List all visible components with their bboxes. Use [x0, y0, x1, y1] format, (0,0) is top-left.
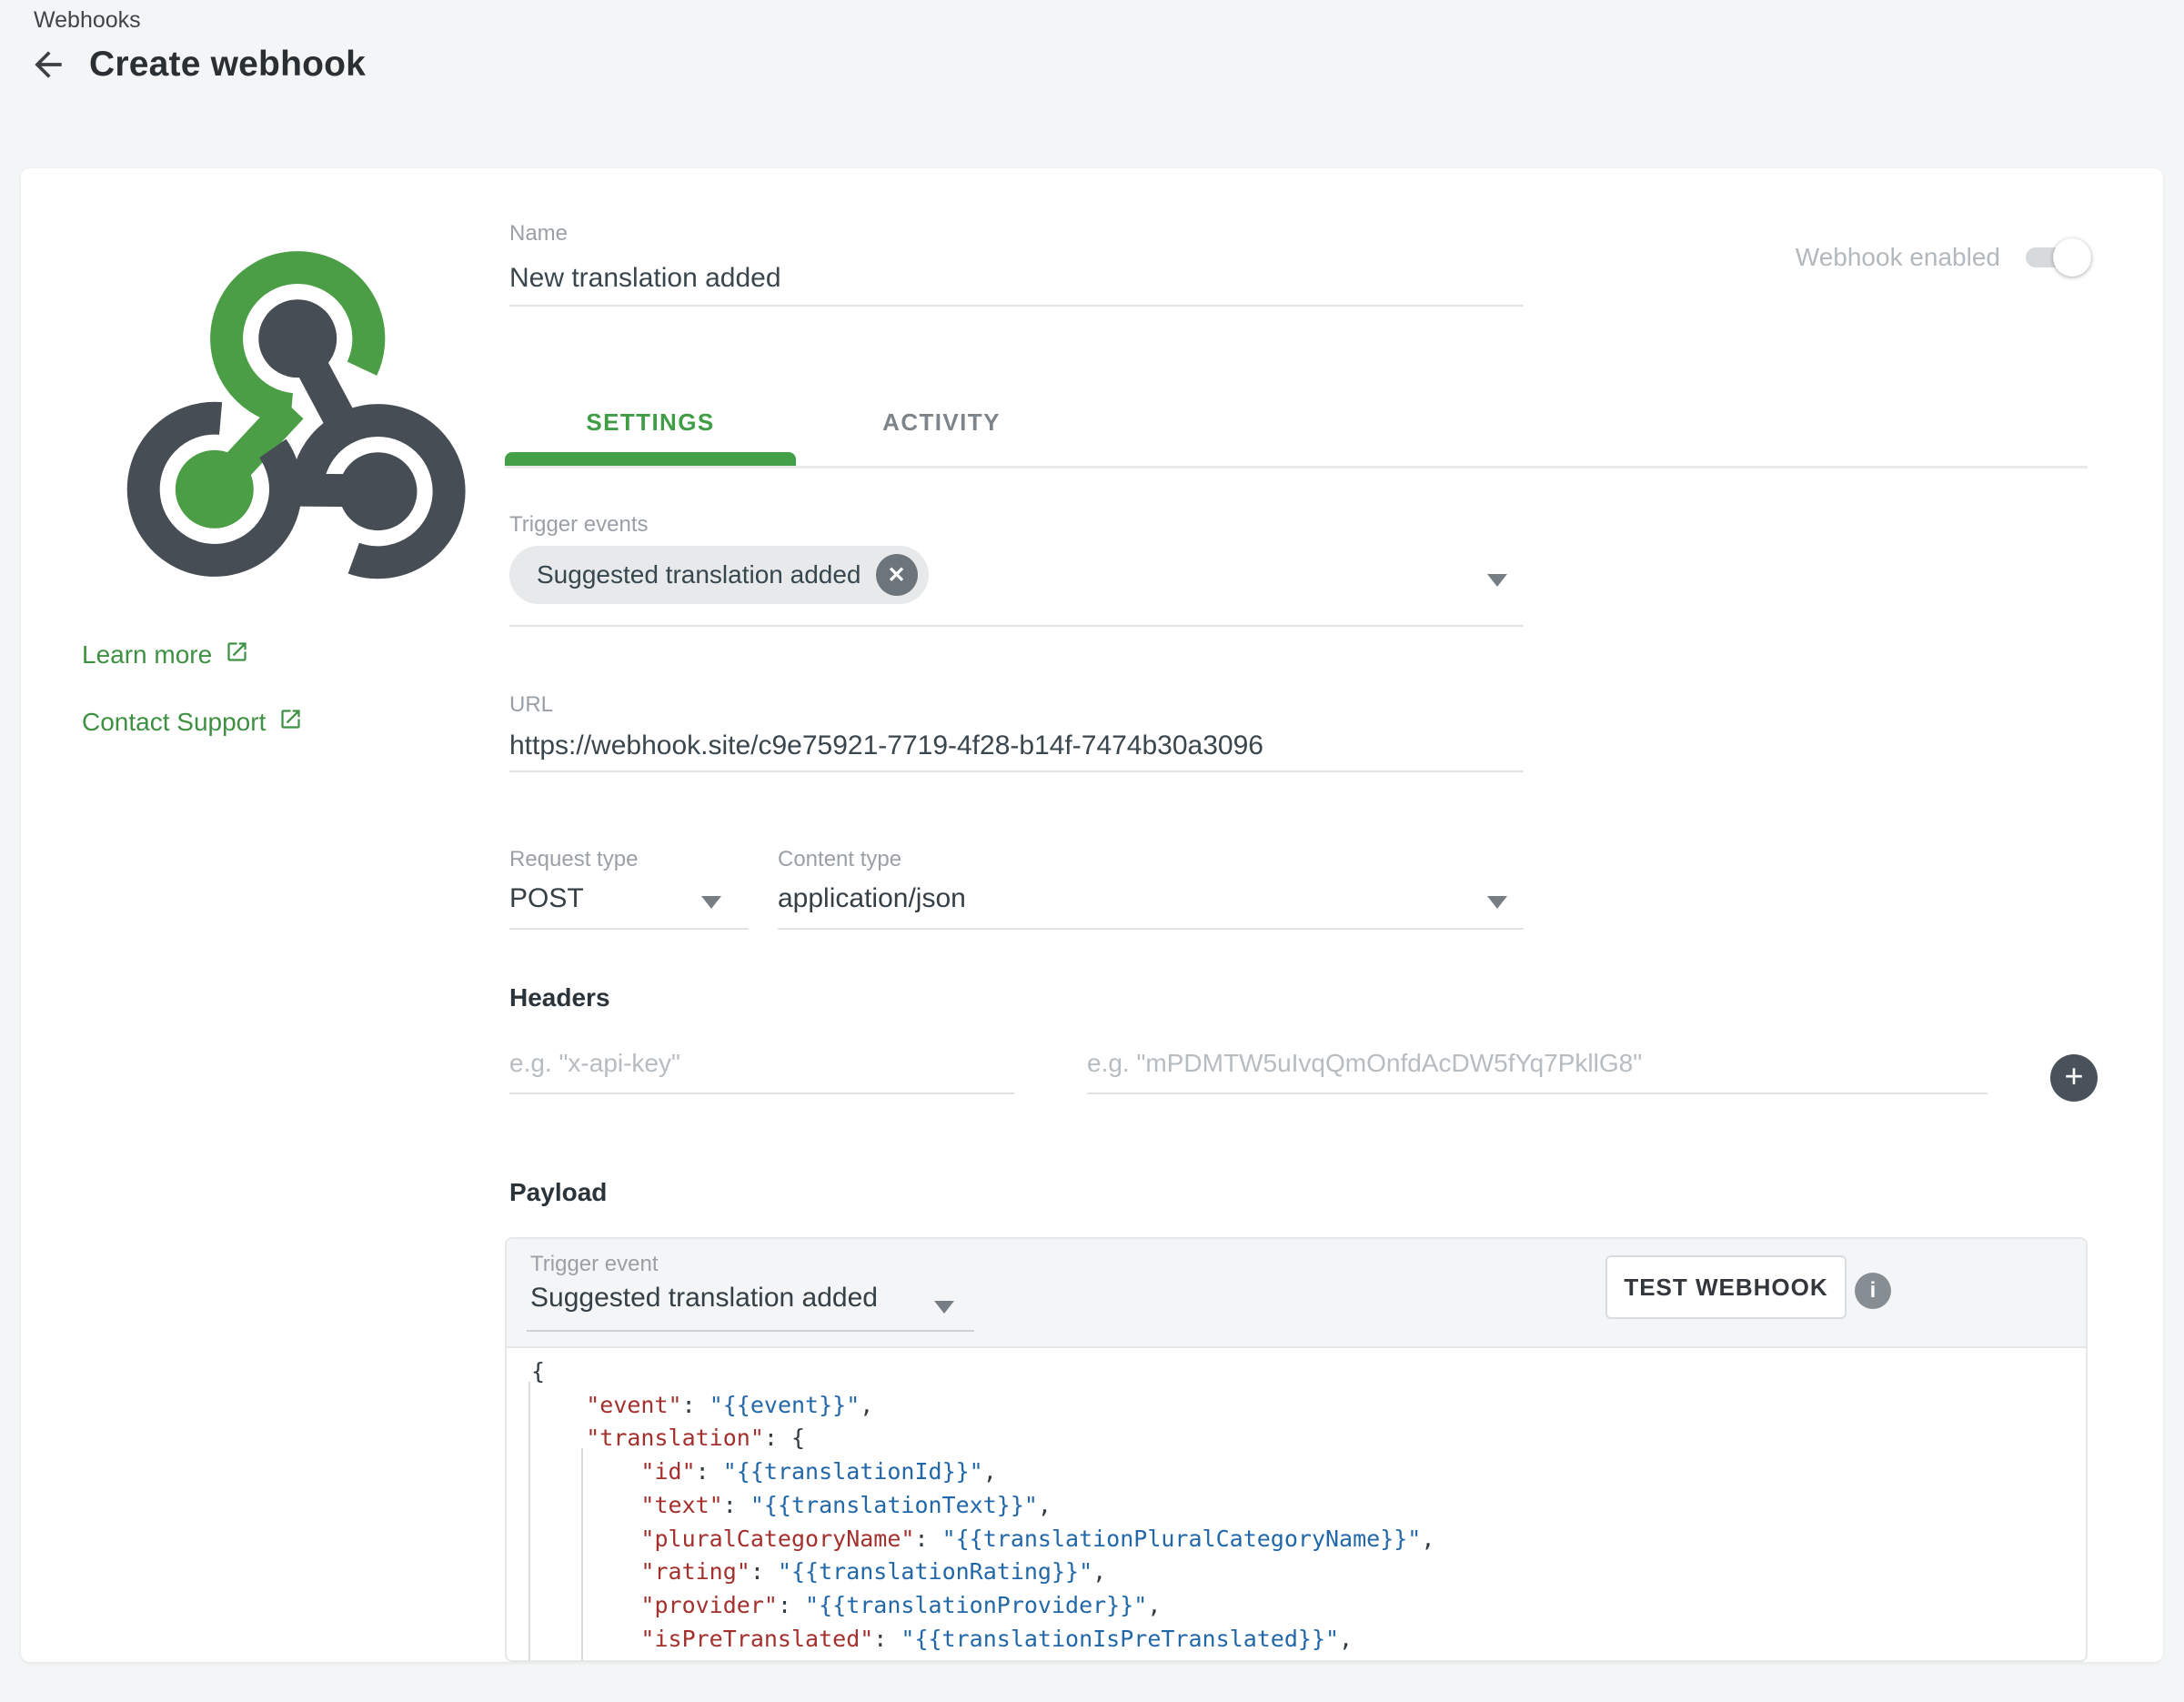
name-label: Name	[509, 221, 568, 247]
close-icon[interactable]: ✕	[876, 554, 918, 596]
breadcrumb[interactable]: Webhooks	[34, 7, 141, 34]
code-line: "pluralCategoryName": "{{translationPlur…	[531, 1523, 2086, 1556]
webhook-enabled-label: Webhook enabled	[1796, 243, 2000, 272]
learn-more-link[interactable]: Learn more	[82, 640, 249, 670]
trigger-event-chip: Suggested translation added ✕	[509, 546, 929, 604]
payload-trigger-event-select[interactable]: Suggested translation added	[530, 1283, 878, 1314]
contact-support-label: Contact Support	[82, 708, 266, 737]
trigger-events-label: Trigger events	[509, 512, 649, 538]
code-line: {	[531, 1355, 2086, 1389]
code-line: "isPreTranslated": "{{translationIsPreTr…	[531, 1623, 2086, 1657]
create-webhook-card: Learn more Contact Support Name Webhook …	[21, 168, 2163, 1662]
learn-more-label: Learn more	[82, 640, 212, 670]
payload-trigger-event-underline	[527, 1330, 974, 1332]
payload-trigger-event-label: Trigger event	[530, 1252, 659, 1277]
request-type-label: Request type	[509, 847, 638, 872]
contact-support-link[interactable]: Contact Support	[82, 707, 303, 738]
code-line: "text": "{{translationText}}",	[531, 1489, 2086, 1523]
toggle-knob	[2053, 238, 2091, 277]
payload-heading: Payload	[509, 1178, 607, 1207]
header-key-input[interactable]	[509, 1034, 1014, 1094]
code-line: "rating": "{{translationRating}}",	[531, 1556, 2086, 1589]
webhook-logo	[103, 232, 494, 596]
url-label: URL	[509, 692, 553, 718]
chevron-down-icon[interactable]	[701, 896, 721, 909]
payload-box-header: Trigger event Suggested translation adde…	[507, 1239, 2086, 1348]
name-input[interactable]	[509, 252, 1524, 307]
code-line: "provider": "{{translationProvider}}",	[531, 1589, 2086, 1623]
payload-code: { "event": "{{event}}", "translation": {…	[507, 1348, 2086, 1662]
title-row: Create webhook	[27, 44, 366, 86]
code-line: "translation": {	[531, 1422, 2086, 1455]
code-line: "event": "{{event}}",	[531, 1389, 2086, 1423]
tab-activity[interactable]: ACTIVITY	[796, 396, 1087, 448]
add-header-button[interactable]: +	[2050, 1054, 2098, 1102]
trigger-events-underline	[509, 625, 1524, 627]
url-input[interactable]	[509, 721, 1524, 772]
webhook-enabled-toggle[interactable]	[2026, 247, 2084, 267]
test-webhook-button[interactable]: TEST WEBHOOK	[1605, 1255, 1847, 1319]
external-link-icon	[225, 640, 249, 670]
content-type-label: Content type	[778, 847, 901, 872]
code-line: "id": "{{translationId}}",	[531, 1455, 2086, 1489]
webhook-enabled-row: Webhook enabled	[1796, 243, 2084, 272]
tab-settings[interactable]: SETTINGS	[505, 396, 796, 448]
chevron-down-icon[interactable]	[1487, 574, 1507, 587]
headers-heading: Headers	[509, 983, 610, 1012]
page-title: Create webhook	[89, 45, 366, 85]
info-icon[interactable]: i	[1855, 1273, 1891, 1309]
payload-code-block[interactable]: { "event": "{{event}}", "translation": {…	[507, 1348, 2086, 1662]
active-tab-indicator	[505, 452, 796, 466]
header-value-input[interactable]	[1087, 1034, 1988, 1094]
back-arrow-icon[interactable]	[27, 44, 69, 86]
chevron-down-icon[interactable]	[1487, 896, 1507, 909]
plus-icon: +	[2064, 1057, 2083, 1095]
payload-box: Trigger event Suggested translation adde…	[505, 1237, 2088, 1662]
chip-label: Suggested translation added	[537, 560, 861, 589]
code-line: "createdAt": "{{translationCreatedAt}}",	[531, 1656, 2086, 1662]
external-link-icon	[278, 707, 303, 738]
tab-divider	[505, 466, 2088, 468]
chevron-down-icon[interactable]	[934, 1301, 954, 1314]
content-type-select[interactable]: application/json	[778, 878, 1524, 930]
